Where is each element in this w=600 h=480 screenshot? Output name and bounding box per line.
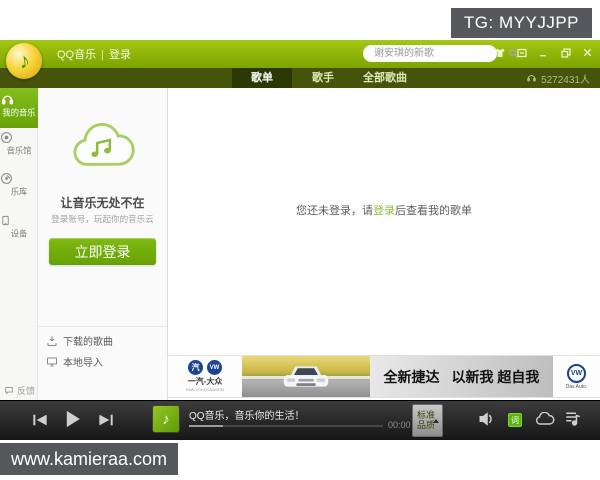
panel-divider [38,326,167,327]
progress-fill [189,425,223,427]
ad-slogan-main: 全新捷达 [384,367,440,387]
search-input[interactable] [372,47,508,60]
faw-logo-icon: 汽 [188,360,203,375]
device-icon [0,214,38,227]
titlebar-login-link[interactable]: 登录 [109,49,131,61]
local-import-label: 本地导入 [63,354,103,369]
ad-banner[interactable]: 汽 VW 一汽-大众 FAW-VOLKSWAGEN 全新捷达 以新我 超自我 V… [168,356,600,397]
ad-car-photo [242,356,370,397]
car-icon [277,362,335,392]
music-hall-icon [0,131,38,144]
now-playing-title: QQ音乐，音乐你的生活！ [189,407,305,422]
headset-icon [526,73,537,83]
caret-up-icon [433,419,439,423]
minimize-icon[interactable] [537,46,550,59]
panel-hint: 登录账号，玩起你的音乐云 [41,212,164,224]
ad-brand-subtitle: FAW-VOLKSWAGEN [186,388,224,393]
previous-track-button[interactable] [32,413,48,427]
downloaded-songs-label: 下载的歌曲 [63,333,113,348]
disc-icon [0,172,38,185]
tab-singer[interactable]: 歌手 [299,68,347,88]
app-name: QQ音乐 [57,49,96,61]
player-bar: ♪ QQ音乐，音乐你的生活！ 00:00 标准 品质 词 [0,400,600,440]
ad-brand-name: 一汽-大众 [188,376,223,387]
window-controls [493,46,594,59]
volume-button[interactable] [478,411,496,427]
nav-rail: 我的音乐 音乐馆 乐库 设备 [0,88,38,400]
music-note-icon: ♪ [162,411,170,428]
telegram-watermark: TG: MYYJJPP [451,8,592,38]
main-menu-icon[interactable] [515,46,528,59]
close-icon[interactable] [581,46,594,59]
time-display: 00:00 [388,420,411,430]
cloud-music-icon [68,118,138,172]
feedback-link[interactable]: 反馈 [4,384,35,397]
sidebar-item-music-hall[interactable]: 音乐馆 [0,131,38,157]
play-button[interactable] [64,410,81,428]
lyrics-icon: 词 [511,415,519,426]
ad-brand-block: 汽 VW 一汽-大众 FAW-VOLKSWAGEN [168,356,242,397]
restore-icon[interactable] [559,46,572,59]
downloaded-songs-item[interactable]: 下载的歌曲 [46,333,113,348]
sidebar-item-label: 乐库 [2,186,37,198]
message-suffix: 后查看我的歌单 [395,205,472,217]
sidebar-item-devices[interactable]: 设备 [0,214,38,240]
title-separator: | [101,49,104,61]
listeners-count: 5272431人 [541,71,590,86]
search-box[interactable] [363,45,497,62]
sidebar-item-label: 我的音乐 [2,107,37,119]
vw-roundel-icon: VW [567,364,586,383]
tab-songlist[interactable]: 歌单 [232,68,292,88]
panel-slogan: 让音乐无处不在 [38,194,167,211]
ad-vw-block: VW Das Auto. [553,356,600,397]
skin-icon[interactable] [493,46,506,59]
sidebar-item-label: 设备 [2,228,37,240]
local-import-item[interactable]: 本地导入 [46,354,103,369]
tab-bar: 歌单 歌手 全部歌曲 5272431人 [0,68,600,88]
playlist-button[interactable] [564,410,582,427]
next-track-button[interactable] [98,413,114,427]
lyrics-toggle[interactable]: 词 [508,413,522,427]
album-art[interactable]: ♪ [152,405,180,433]
cloud-sync-button[interactable] [535,412,555,426]
online-listeners: 5272431人 [526,68,590,88]
vw-logo-icon: VW [207,360,222,375]
not-logged-in-message: 您还未登录，请登录后查看我的歌单 [168,202,600,218]
monitor-icon [46,356,58,368]
feedback-label: 反馈 [17,384,35,397]
ad-slogan: 全新捷达 以新我 超自我 [370,356,553,397]
my-music-panel: 让音乐无处不在 登录账号，玩起你的音乐云 立即登录 下载的歌曲 本地导入 [38,88,168,400]
site-watermark: www.kamieraa.com [0,443,178,475]
download-icon [46,335,58,347]
headphones-icon [0,93,38,106]
qq-music-logo: ♪ [6,43,42,79]
sidebar-item-label: 音乐馆 [2,145,37,157]
login-now-button[interactable]: 立即登录 [49,238,156,265]
vw-caption: Das Auto. [566,384,588,390]
speech-bubble-icon [4,386,14,395]
quality-selector-button[interactable]: 标准 品质 [412,404,443,437]
sidebar-item-my-music[interactable]: 我的音乐 [0,88,38,128]
window-title: QQ音乐 | 登录 [57,46,131,62]
message-prefix: 您还未登录，请 [296,205,373,217]
login-link[interactable]: 登录 [373,205,395,217]
progress-bar[interactable] [189,425,383,427]
sidebar-item-music-library[interactable]: 乐库 [0,172,38,198]
main-content: 您还未登录，请登录后查看我的歌单 [168,88,600,356]
ad-slogan-sub: 以新我 超自我 [452,367,540,387]
music-note-icon: ♪ [17,47,32,74]
tab-all-songs[interactable]: 全部歌曲 [352,68,418,88]
